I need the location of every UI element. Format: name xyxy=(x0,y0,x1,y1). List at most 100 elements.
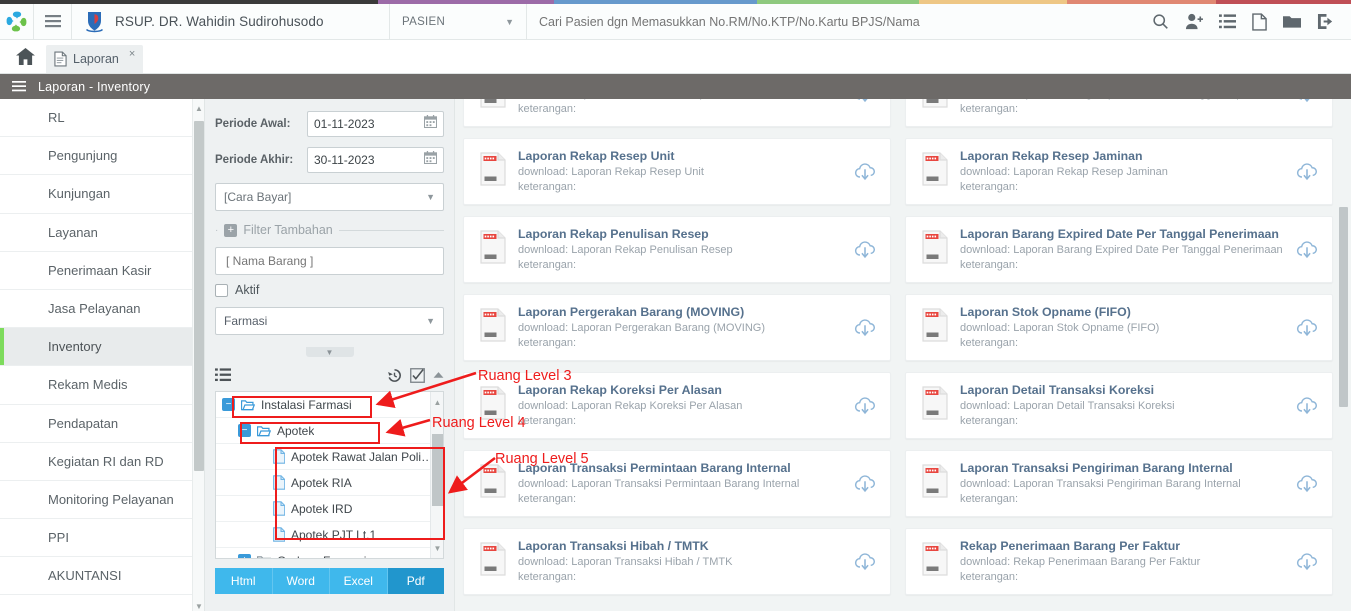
app-logo[interactable] xyxy=(0,4,34,39)
tab-laporan[interactable]: Laporan × xyxy=(46,45,144,73)
chevron-up-icon[interactable] xyxy=(433,371,444,379)
nama-barang-field[interactable] xyxy=(215,247,444,275)
panel-collapse-handle[interactable]: ▼ xyxy=(305,347,354,357)
sidebar-item-monitoring-pelayanan[interactable]: Monitoring Pelayanan xyxy=(0,480,204,520)
report-card[interactable]: Laporan Rekap Penulisan Resep download: L… xyxy=(463,216,891,283)
tree-collapse-icon[interactable]: − xyxy=(222,398,235,411)
scroll-up-arrow-icon[interactable]: ▲ xyxy=(193,99,204,117)
report-card[interactable]: Laporan Barang Expired Date Per Tanggal … xyxy=(905,216,1333,283)
cloud-download-icon[interactable] xyxy=(1296,240,1318,260)
sidebar-item-kunjungan[interactable]: Kunjungan xyxy=(0,175,204,214)
tree-node[interactable]: Apotek IRD xyxy=(216,496,443,522)
cloud-download-icon[interactable] xyxy=(854,474,876,494)
scroll-up-arrow-icon[interactable]: ▲ xyxy=(431,393,443,411)
export-button-word[interactable]: Word xyxy=(272,568,330,594)
patient-type-select[interactable]: PASIEN ▼ xyxy=(390,4,527,39)
cloud-download-icon[interactable] xyxy=(1296,474,1318,494)
sidebar-item-akuntansi[interactable]: AKUNTANSI xyxy=(0,557,204,596)
cloud-download-icon[interactable] xyxy=(1296,99,1318,104)
hamburger-icon[interactable] xyxy=(12,81,26,92)
patient-search[interactable] xyxy=(527,4,1152,39)
search-input[interactable] xyxy=(537,13,1152,30)
cloud-download-icon[interactable] xyxy=(854,99,876,104)
report-card[interactable]: Rekap Penerimaan Barang Per Faktur downlo… xyxy=(905,528,1333,595)
content-scrollbar[interactable] xyxy=(1339,99,1349,611)
sidebar-item-rl[interactable]: RL xyxy=(0,99,204,138)
cloud-download-icon[interactable] xyxy=(854,552,876,572)
cloud-download-icon[interactable] xyxy=(854,396,876,416)
report-card[interactable]: Laporan Barang Expired Date Per Tanggal … xyxy=(905,99,1333,127)
cloud-download-icon[interactable] xyxy=(854,318,876,338)
app-logo-icon xyxy=(6,11,27,32)
logout-icon[interactable] xyxy=(1317,13,1335,30)
tree-node[interactable]: − Apotek xyxy=(216,418,443,444)
cloud-download-icon[interactable] xyxy=(1296,162,1318,182)
report-card[interactable]: Laporan Transaksi Hibah / TMTK download: … xyxy=(463,528,891,595)
report-card-title: Laporan Rekap Resep Unit xyxy=(518,148,675,163)
tree-node[interactable]: Apotek PJT Lt.1 xyxy=(216,522,443,548)
sidebar-item-layanan[interactable]: Layanan xyxy=(0,213,204,252)
report-card-keterangan-line: keterangan: xyxy=(960,336,1019,349)
tree-expand-icon[interactable]: + xyxy=(238,554,251,558)
report-card[interactable]: Laporan Transaksi Pengiriman Barang Inte… xyxy=(905,450,1333,517)
periode-awal-field[interactable]: 01-11-2023 xyxy=(307,111,444,137)
periode-akhir-field[interactable]: 30-11-2023 xyxy=(307,147,444,173)
unit-select[interactable]: Farmasi ▼ xyxy=(215,307,444,335)
pdf-icon[interactable] xyxy=(1252,12,1267,31)
sidebar-item-rekam-medis[interactable]: Rekam Medis xyxy=(0,366,204,405)
report-card[interactable]: Laporan Faktur Jatuh Tempodownload: Lapo… xyxy=(463,99,891,127)
calendar-icon[interactable] xyxy=(423,115,438,133)
report-card[interactable]: Laporan Transaksi Permintaan Barang Inte… xyxy=(463,450,891,517)
search-icon[interactable] xyxy=(1152,13,1169,30)
tree-node[interactable]: Apotek Rawat Jalan Poliklin... xyxy=(216,444,443,470)
expand-plus-icon[interactable]: + xyxy=(224,223,238,237)
sidebar-scroll-thumb[interactable] xyxy=(194,121,204,471)
aktif-checkbox[interactable] xyxy=(215,283,228,297)
list-icon[interactable] xyxy=(215,368,231,382)
folder-open-icon xyxy=(241,399,255,411)
add-user-icon[interactable] xyxy=(1185,13,1203,30)
tree-scrollbar[interactable]: ▲ ▼ xyxy=(430,392,443,558)
tab-home[interactable] xyxy=(8,39,42,73)
tree-collapse-icon[interactable]: − xyxy=(238,424,251,437)
calendar-icon[interactable] xyxy=(423,151,438,169)
tree-node[interactable]: − Instalasi Farmasi xyxy=(216,392,443,418)
cloud-download-icon[interactable] xyxy=(1296,552,1318,572)
list-icon[interactable] xyxy=(1219,14,1236,29)
sidebar-item-penerimaan-kasir[interactable]: Penerimaan Kasir xyxy=(0,251,204,290)
report-card[interactable]: Laporan Pergerakan Barang (MOVING) downlo… xyxy=(463,294,891,361)
cloud-download-icon[interactable] xyxy=(1296,318,1318,338)
export-button-excel[interactable]: Excel xyxy=(330,568,388,594)
sidebar-item-kegiatan-ri-dan-rd[interactable]: Kegiatan RI dan RD xyxy=(0,442,204,481)
tree-node[interactable]: + Gudang Farmasi xyxy=(216,548,443,558)
nama-barang-input[interactable] xyxy=(224,253,435,269)
report-card[interactable]: Laporan Rekap Koreksi Per Alasan download… xyxy=(463,372,891,439)
export-button-pdf[interactable]: Pdf xyxy=(387,568,444,594)
report-card[interactable]: Laporan Rekap Resep Jaminan download: Lap… xyxy=(905,138,1333,205)
folder-icon[interactable] xyxy=(1283,14,1301,29)
tree-scroll-thumb[interactable] xyxy=(432,434,443,506)
sidebar-item-pendapatan[interactable]: Pendapatan xyxy=(0,404,204,443)
scroll-down-arrow-icon[interactable]: ▼ xyxy=(431,539,443,557)
content-scroll-thumb[interactable] xyxy=(1339,207,1348,407)
scroll-down-arrow-icon[interactable]: ▼ xyxy=(193,597,204,611)
sidebar-toggle-button[interactable] xyxy=(34,4,72,39)
tab-close-icon[interactable]: × xyxy=(129,48,135,60)
aktif-checkbox-row[interactable]: Aktif xyxy=(215,283,444,297)
cloud-download-icon[interactable] xyxy=(854,240,876,260)
export-button-html[interactable]: Html xyxy=(215,568,273,594)
sidebar-item-jasa-pelayanan[interactable]: Jasa Pelayanan xyxy=(0,289,204,329)
sidebar-scrollbar[interactable]: ▲ ▼ xyxy=(192,99,204,611)
cloud-download-icon[interactable] xyxy=(854,162,876,182)
history-icon[interactable] xyxy=(387,368,402,383)
sidebar-item-pengunjung[interactable]: Pengunjung xyxy=(0,137,204,176)
report-card[interactable]: Laporan Stok Opname (FIFO) download: Lapo… xyxy=(905,294,1333,361)
report-card[interactable]: Laporan Detail Transaksi Koreksi download… xyxy=(905,372,1333,439)
sidebar-item-ppi[interactable]: PPI xyxy=(0,519,204,558)
cloud-download-icon[interactable] xyxy=(1296,396,1318,416)
check-square-icon[interactable] xyxy=(410,367,425,383)
tree-node[interactable]: Apotek RIA xyxy=(216,470,443,496)
report-card[interactable]: Laporan Rekap Resep Unit download: Lapora… xyxy=(463,138,891,205)
cara-bayar-select[interactable]: [Cara Bayar] ▼ xyxy=(215,183,444,211)
sidebar-item-inventory[interactable]: Inventory xyxy=(0,328,204,367)
